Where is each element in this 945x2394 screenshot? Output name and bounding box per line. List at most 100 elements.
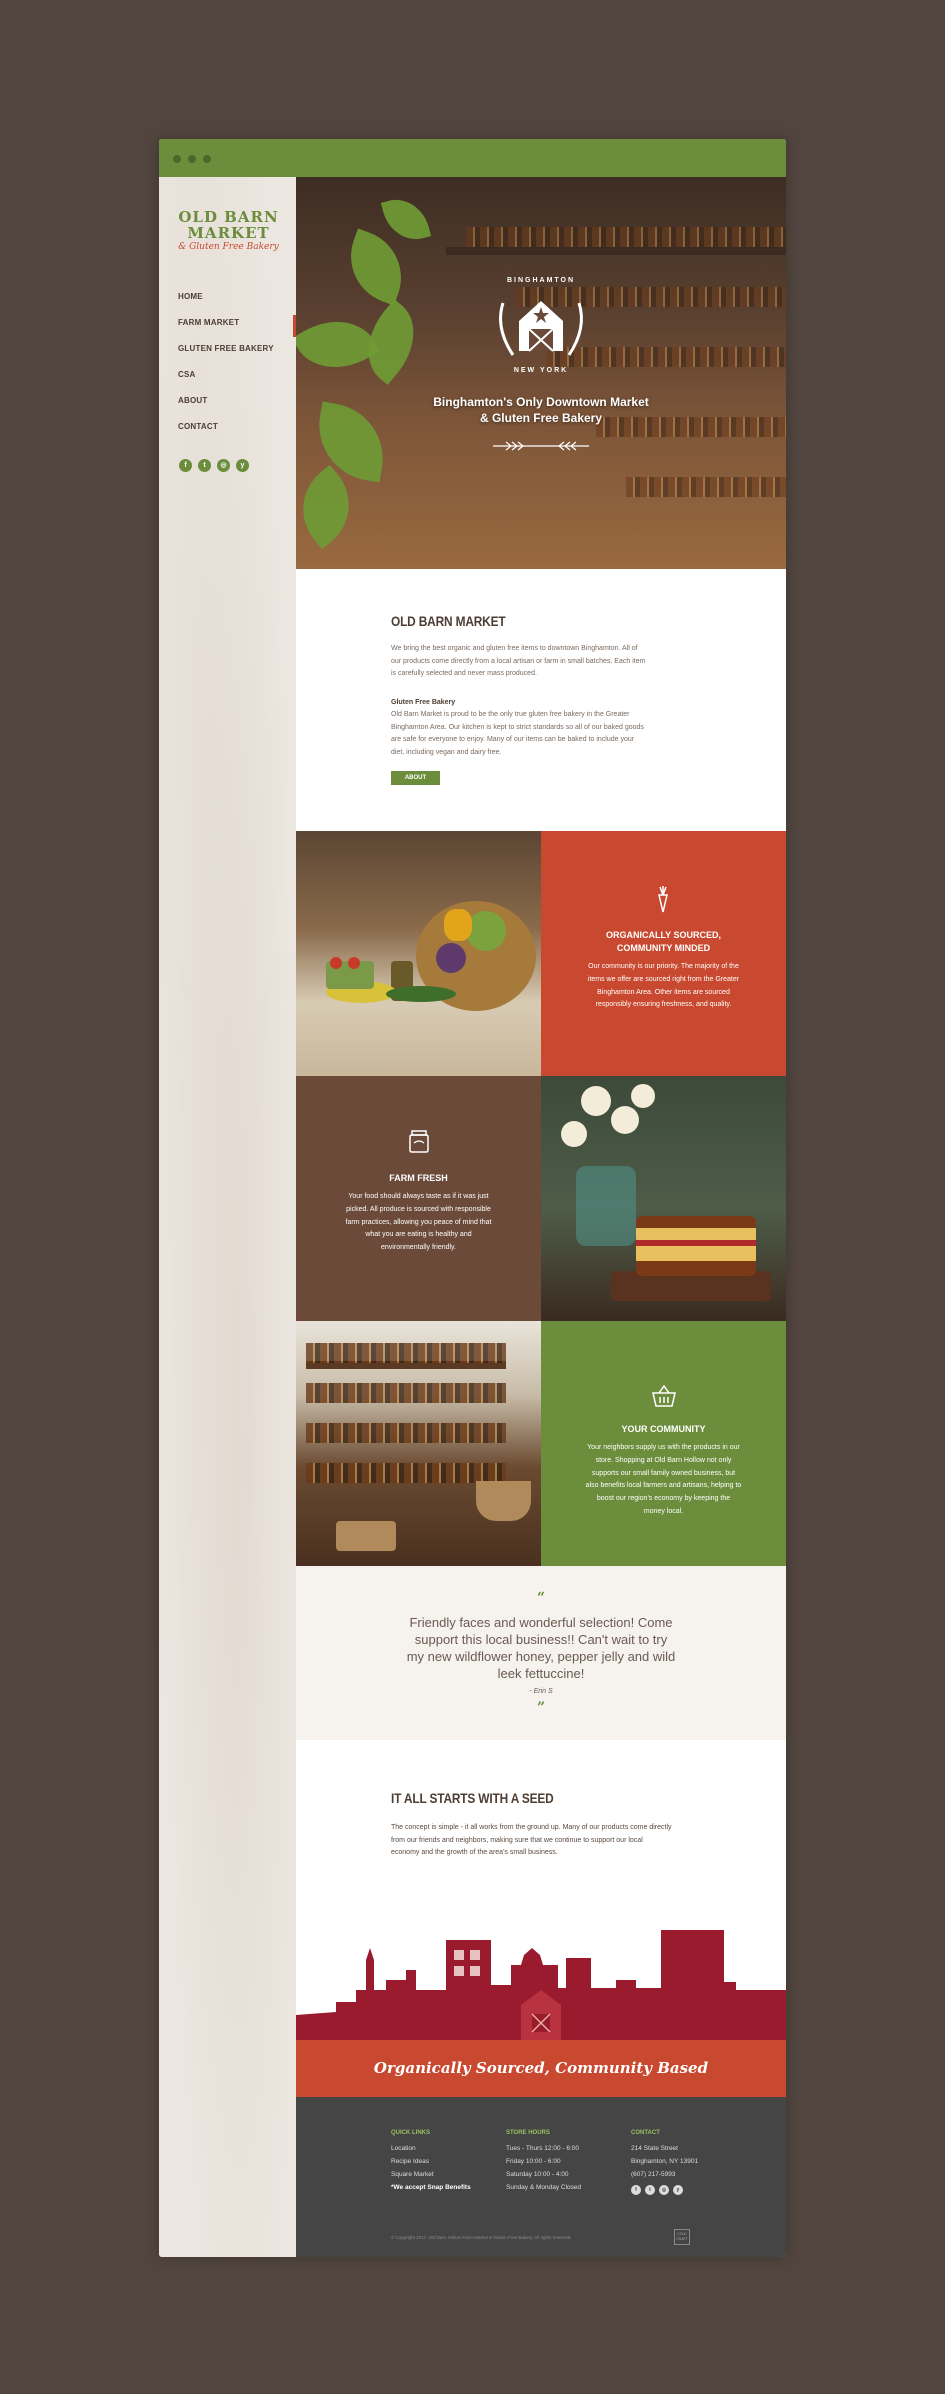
text-line: Our community is our priority. The major… [588, 963, 739, 970]
logo-line: MARKET [187, 224, 270, 242]
basil-leaf [296, 303, 381, 386]
logo[interactable]: OLD BARN MARKET & Gluten Free Bakery [171, 209, 286, 253]
emblem-top-text: BINGHAMTON [506, 277, 576, 284]
instagram-icon[interactable]: ◎ [217, 459, 230, 472]
text-line: are safe for everyone to enjoy. Many of … [391, 736, 635, 743]
footer-store-hours: STORE HOURS Tues - Thurs 12:00 - 6:00 Fr… [506, 2130, 581, 2194]
about-button[interactable]: ABOUT [391, 771, 440, 785]
section-title: OLD BARN MARKET [391, 613, 506, 629]
daffodil [581, 1086, 611, 1116]
text-line: We bring the best organic and gluten fre… [391, 645, 638, 652]
hero-tagline-line: Binghamton's Only Downtown Market [433, 395, 649, 409]
instagram-icon[interactable]: ◎ [659, 2185, 669, 2195]
hero-section: BINGHAMTON NEW YORK Binghamton's Only Do… [296, 177, 786, 569]
seed-paragraph: The concept is simple - it all works fro… [391, 1822, 711, 1860]
text-line: money local. [643, 1507, 684, 1515]
nav-item-gluten-free-bakery[interactable]: GLUTEN FREE BAKERY [178, 336, 288, 362]
text-line: Friendly faces and wonderful selection! … [409, 1615, 673, 1630]
snap-note: *We accept Snap Benefits [391, 2184, 471, 2191]
text-line: farm practices, allowing you peace of mi… [345, 1218, 492, 1226]
hours-line: Sunday & Monday Closed [506, 2184, 582, 2191]
text-line: store. Shopping at Old Barn Hollow not o… [595, 1456, 732, 1464]
window-dot-icon[interactable] [203, 155, 211, 163]
text-line: economy and the growth of the area's sma… [391, 1849, 558, 1856]
vase [576, 1166, 636, 1246]
twitter-icon[interactable]: t [645, 2185, 655, 2195]
wheat-divider-icon [493, 441, 589, 451]
designer-badge[interactable]: COLE CRAFT [674, 2229, 690, 2245]
bakery-paragraph: Old Barn Market is proud to be the only … [391, 709, 691, 759]
footer-contact: CONTACT 214 State Street Binghamton, NY … [631, 2130, 698, 2195]
cake-photo [541, 1076, 786, 1321]
window-dot-icon[interactable] [173, 155, 181, 163]
footer-heading: QUICK LINKS [391, 2130, 430, 2136]
main-content: BINGHAMTON NEW YORK Binghamton's Only Do… [296, 177, 786, 2257]
testimonial-quote: Friendly faces and wonderful selection! … [376, 1614, 706, 1682]
nav-item-about[interactable]: ABOUT [178, 388, 288, 414]
community-feature-text: YOUR COMMUNITY Your neighbors supply us … [576, 1423, 751, 1519]
footer: QUICK LINKS Location Recipe Ideas Square… [296, 2097, 786, 2257]
text-line: leek fettuccine! [497, 1666, 585, 1681]
shelf [446, 247, 786, 255]
footer-social: f t ◎ y [631, 2185, 698, 2195]
basil-leaf [337, 228, 415, 306]
nav-item-home[interactable]: HOME [178, 284, 288, 310]
eggplant [436, 943, 466, 973]
twitter-icon[interactable]: t [198, 459, 211, 472]
nav-item-contact[interactable]: CONTACT [178, 414, 288, 440]
address-line: 214 State Street [631, 2145, 678, 2152]
yelp-icon[interactable]: y [673, 2185, 683, 2195]
feature-body: Your neighbors supply us with the produc… [576, 1442, 751, 1519]
footer-link-square-market[interactable]: Square Market [391, 2168, 471, 2181]
hours-line: Saturday 10:00 - 4:00 [506, 2171, 569, 2178]
pepper [444, 909, 472, 941]
window-dot-icon[interactable] [188, 155, 196, 163]
facebook-icon[interactable]: f [631, 2185, 641, 2195]
copyright: © Copyright 2017. Old Barn Hollow Farm M… [391, 2235, 572, 2240]
social-links: f t ◎ y [179, 459, 249, 472]
logo-line: OLD BARN [178, 208, 279, 226]
text-line: Your food should always taste as if it w… [348, 1193, 489, 1200]
jar-row [306, 1423, 506, 1443]
text-line: responsibly ensuring freshness, and qual… [595, 1001, 732, 1009]
about-subheading: Gluten Free Bakery [391, 699, 456, 706]
text-line: items we offer are sourced right from th… [587, 975, 740, 983]
produce-photo [296, 831, 541, 1076]
fresh-feature-text: FARM FRESH Your food should always taste… [331, 1172, 506, 1255]
sidebar: OLD BARN MARKET & Gluten Free Bakery HOM… [159, 177, 296, 2257]
store-shelves-photo [296, 1321, 541, 1566]
text-line: also benefits local farmers and artisans… [585, 1482, 742, 1490]
footer-link-recipes[interactable]: Recipe Ideas [391, 2155, 471, 2168]
footer-quick-links: QUICK LINKS Location Recipe Ideas Square… [391, 2130, 471, 2194]
banner-text: Organically Sourced, Community Based [373, 2059, 709, 2077]
tomato [348, 957, 360, 969]
testimonial-author: - Erin S [529, 1688, 553, 1695]
zucchini [386, 986, 456, 1002]
city-skyline-illustration [296, 1930, 786, 2040]
footer-heading: CONTACT [631, 2130, 660, 2136]
daffodil [611, 1106, 639, 1134]
emblem-bottom-text: NEW YORK [513, 367, 569, 374]
barn-emblem-icon [499, 301, 583, 356]
phone-number[interactable]: (607) 217-5993 [631, 2168, 698, 2181]
facebook-icon[interactable]: f [179, 459, 192, 472]
feature-title: COMMUNITY MINDED [616, 943, 711, 953]
text-line: our products come directly from a local … [391, 657, 646, 665]
basil-leaf [380, 192, 432, 247]
section-title: IT ALL STARTS WITH A SEED [391, 1790, 554, 1806]
footer-link-location[interactable]: Location [391, 2142, 471, 2155]
fresh-feature: FARM FRESH Your food should always taste… [296, 1076, 541, 1321]
open-quote-icon: “ [536, 1590, 546, 1606]
yelp-icon[interactable]: y [236, 459, 249, 472]
basket [476, 1481, 531, 1521]
jar-row [306, 1343, 506, 1363]
seed-section: IT ALL STARTS WITH A SEED The concept is… [296, 1740, 786, 2040]
jar-icon [409, 1130, 429, 1153]
hero-tagline: Binghamton's Only Downtown Market & Glut… [406, 394, 676, 426]
text-line: Binghamton Area. Other items are sourced [597, 988, 730, 996]
text-line: environmentally friendly. [381, 1244, 456, 1252]
jar-row [306, 1383, 506, 1403]
text-line: support this local business!! Can't wait… [414, 1632, 668, 1647]
nav-item-farm-market[interactable]: FARM MARKET [178, 310, 288, 336]
nav-item-csa[interactable]: CSA [178, 362, 288, 388]
